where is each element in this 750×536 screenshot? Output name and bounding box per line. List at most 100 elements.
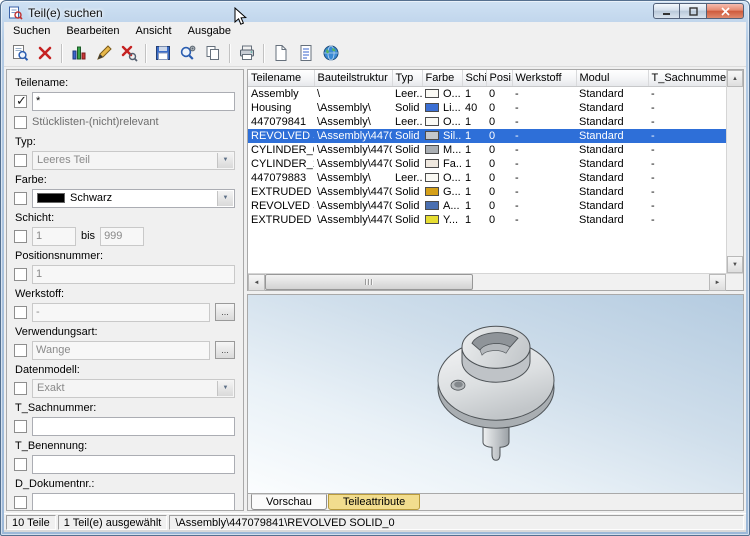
cell-modul: Standard [576, 129, 648, 143]
mark-parts-button[interactable] [91, 42, 116, 65]
column-schicht[interactable]: Schi... [462, 70, 486, 86]
copy-result-button[interactable] [200, 42, 225, 65]
cell-sachnummer: - [648, 86, 726, 101]
scrollbar-thumb[interactable] [265, 274, 473, 290]
horizontal-scrollbar[interactable]: ◄ ► [248, 273, 743, 290]
status-selection: 1 Teil(e) ausgewählt [58, 515, 168, 530]
cell-schicht: 1 [462, 86, 486, 101]
teilename-input[interactable] [32, 92, 235, 111]
datenmodell-value: Exakt [37, 382, 65, 394]
cell-sachnummer: - [648, 129, 726, 143]
t-benennung-input[interactable] [32, 455, 235, 474]
schicht-von-input[interactable] [32, 227, 76, 246]
datenmodell-combobox[interactable]: Exakt ▼ [32, 379, 235, 398]
column-farbe[interactable]: Farbe [422, 70, 462, 86]
typ-combobox[interactable]: Leeres Teil ▼ [32, 151, 235, 170]
cell-position: 0 [486, 101, 512, 115]
table-row[interactable]: CYLINDER_0\Assembly\4470...SolidM...10-S… [248, 143, 726, 157]
werkstoff-browse-button[interactable]: ... [215, 303, 235, 321]
column-werkstoff[interactable]: Werkstoff [512, 70, 576, 86]
color-filter-button[interactable] [66, 42, 91, 65]
stuecklisten-checkbox[interactable] [14, 116, 27, 129]
scroll-left-icon[interactable]: ◄ [248, 274, 265, 291]
farbe-checkbox[interactable] [14, 192, 27, 205]
save-search-button[interactable] [150, 42, 175, 65]
t-benennung-checkbox[interactable] [14, 458, 27, 471]
cell-typ: Solid [392, 157, 422, 171]
table-row[interactable]: EXTRUDED ...\Assembly\4470...SolidY...10… [248, 213, 726, 227]
table-row[interactable]: Housing\Assembly\SolidLi...400-Standard- [248, 101, 726, 115]
scroll-up-icon[interactable]: ▲ [727, 70, 743, 87]
table-row[interactable]: REVOLVED S...\Assembly\4470...SolidSil..… [248, 129, 726, 143]
search-settings-button[interactable] [175, 42, 200, 65]
table-row[interactable]: Assembly\Leer...O...10-Standard- [248, 86, 726, 101]
verwendungsart-browse-button[interactable]: ... [215, 341, 235, 359]
scroll-right-icon[interactable]: ► [709, 274, 726, 291]
column-bauteilstruktur[interactable]: Bauteilstruktur [314, 70, 392, 86]
cell-teilename: CYLINDER_1 [248, 157, 314, 171]
typ-checkbox[interactable] [14, 154, 27, 167]
t-sachnummer-checkbox[interactable] [14, 420, 27, 433]
t-sachnummer-input[interactable] [32, 417, 235, 436]
cell-werkstoff: - [512, 129, 576, 143]
scroll-down-icon[interactable]: ▼ [727, 256, 743, 273]
close-button[interactable] [707, 3, 744, 19]
positionsnummer-input[interactable] [32, 265, 235, 284]
d-dokumentnr-checkbox[interactable] [14, 496, 27, 509]
teilename-checkbox[interactable] [14, 95, 27, 108]
cell-typ: Solid [392, 185, 422, 199]
werkstoff-input[interactable] [32, 303, 210, 322]
table-row[interactable]: 447079883\Assembly\Leer...O...10-Standar… [248, 171, 726, 185]
cell-farbe: A... [422, 199, 462, 213]
vertical-scrollbar[interactable]: ▲ ▼ [726, 70, 743, 273]
cell-werkstoff: - [512, 157, 576, 171]
tab-teileattribute[interactable]: Teileattribute [328, 494, 420, 510]
schicht-bis-input[interactable] [100, 227, 144, 246]
delete-search-button[interactable] [116, 42, 141, 65]
datenmodell-checkbox[interactable] [14, 382, 27, 395]
table-row[interactable]: REVOLVED S...\Assembly\4470...SolidA...1… [248, 199, 726, 213]
preview-viewport[interactable] [248, 295, 743, 493]
minimize-button[interactable] [653, 3, 680, 19]
menu-suchen[interactable]: Suchen [5, 23, 58, 39]
cell-teilename: Housing [248, 101, 314, 115]
cell-farbe: Sil... [422, 129, 462, 143]
verwendungsart-checkbox[interactable] [14, 344, 27, 357]
cell-position: 0 [486, 199, 512, 213]
column-modul[interactable]: Modul [576, 70, 648, 86]
tab-vorschau[interactable]: Vorschau [251, 494, 327, 510]
d-dokumentnr-input[interactable] [32, 493, 235, 512]
table-row[interactable]: EXTRUDED ...\Assembly\4470...SolidG...10… [248, 185, 726, 199]
column-sachnummer[interactable]: T_Sachnummer [648, 70, 726, 86]
column-position[interactable]: Posi... [486, 70, 512, 86]
menu-bearbeiten[interactable]: Bearbeiten [58, 23, 127, 39]
cell-schicht: 1 [462, 143, 486, 157]
maximize-button[interactable] [680, 3, 707, 19]
scrollbar-track[interactable] [473, 274, 709, 290]
web-search-button[interactable] [318, 42, 343, 65]
werkstoff-checkbox[interactable] [14, 306, 27, 319]
table-row[interactable]: CYLINDER_1\Assembly\4470...SolidFa...10-… [248, 157, 726, 171]
search-gear-icon [179, 44, 197, 62]
color-swatch [425, 103, 439, 112]
schicht-checkbox[interactable] [14, 230, 27, 243]
new-document-button[interactable] [268, 42, 293, 65]
verwendungsart-input[interactable] [32, 341, 210, 360]
column-typ[interactable]: Typ [392, 70, 422, 86]
column-teilename[interactable]: Teilename [248, 70, 314, 86]
menu-ansicht[interactable]: Ansicht [128, 23, 180, 39]
positionsnummer-checkbox[interactable] [14, 268, 27, 281]
schicht-label: Schicht: [15, 212, 235, 224]
menu-ausgabe[interactable]: Ausgabe [180, 23, 239, 39]
delete-result-button[interactable] [32, 42, 57, 65]
farbe-combobox[interactable]: Schwarz ▼ [32, 189, 235, 208]
print-button[interactable] [234, 42, 259, 65]
search-parts-button[interactable] [7, 42, 32, 65]
table-row[interactable]: 447079841\Assembly\Leer...O...10-Standar… [248, 115, 726, 129]
cell-modul: Standard [576, 86, 648, 101]
cell-position: 0 [486, 143, 512, 157]
teilename-label: Teilename: [15, 77, 235, 89]
title-bar[interactable]: Teil(e) suchen [1, 1, 749, 22]
report-button[interactable] [293, 42, 318, 65]
typ-value: Leeres Teil [37, 154, 90, 166]
